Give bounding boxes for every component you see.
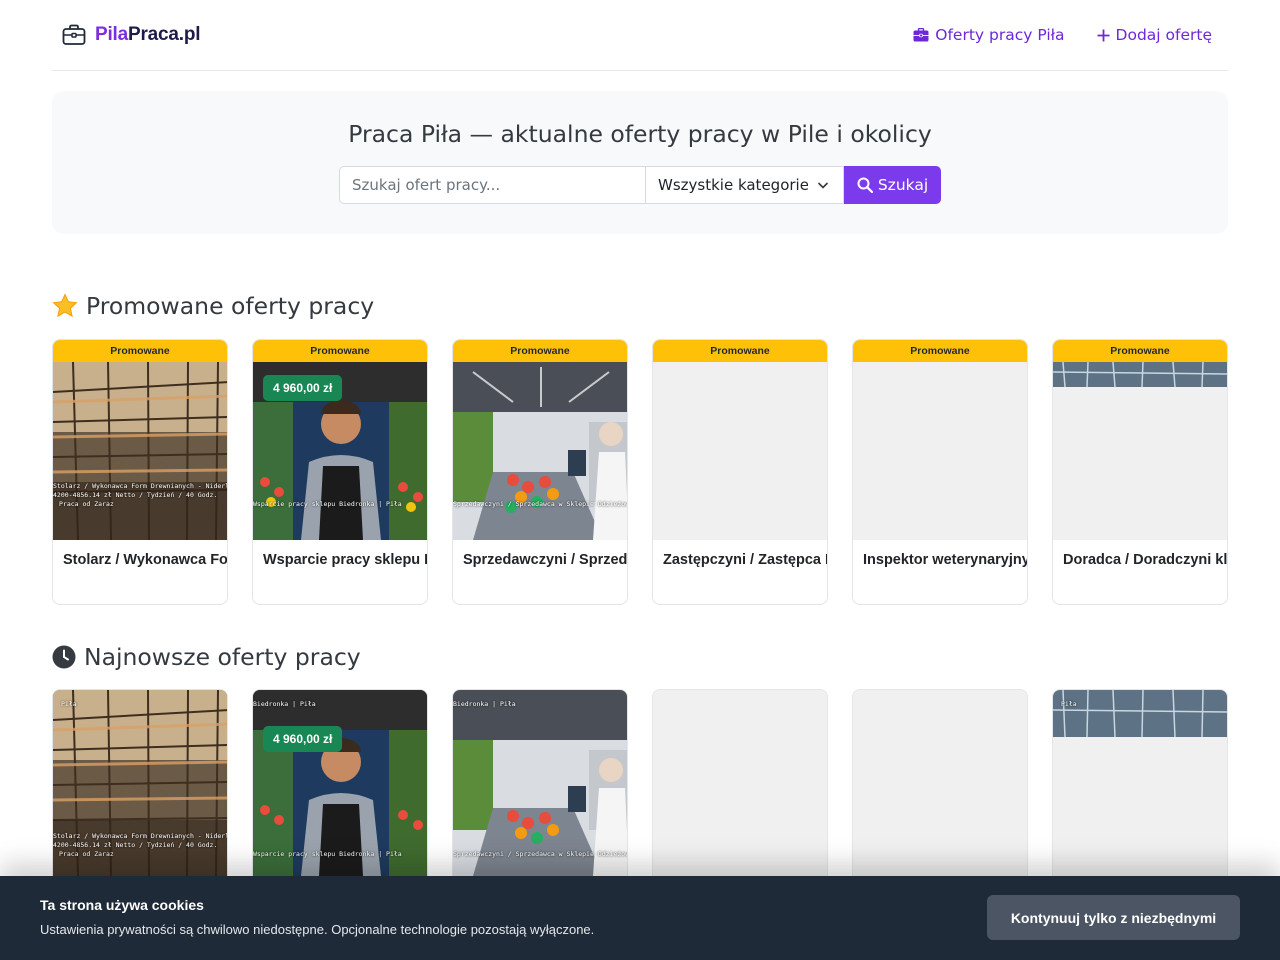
image-caption-line: Piła <box>61 700 77 708</box>
job-title[interactable]: Sprzedawczyni / Sprzedawca <box>453 540 627 568</box>
nav-add-offer-link[interactable]: Dodaj ofertę <box>1097 26 1212 44</box>
category-select-value: Wszystkie kategorie <box>658 176 808 194</box>
cookie-essential-only-button[interactable]: Kontynuuj tylko z niezbędnymi <box>987 895 1240 940</box>
nav-job-offers-label: Oferty pracy Piła <box>935 26 1065 44</box>
category-select[interactable]: Wszystkie kategorie <box>645 166 844 204</box>
promoted-card[interactable]: Promowane Stolarz / Wykonawca Form Drewn… <box>52 339 228 605</box>
job-image-carpenter: Piła Stolarz / Wykonawca Form Drewnianyc… <box>53 690 227 876</box>
cookie-title: Ta strona używa cookies <box>40 897 204 913</box>
job-image-placeholder <box>653 690 827 876</box>
image-caption-line: Stolarz / Wykonawca Form Drewnianych - N… <box>53 482 227 490</box>
job-image-store-worker: Biedronka | Piła 4 960,00 zł Wsparcie pr… <box>253 690 427 876</box>
image-caption-line: 4200-4856.14 zł Netto / Tydzień / 40 God… <box>53 491 218 499</box>
promoted-card[interactable]: Promowane Sprzedawczyni / Sprzedawca w S… <box>452 339 628 605</box>
chevron-down-icon <box>817 182 829 189</box>
image-caption-line: Piła <box>1061 700 1077 708</box>
job-title[interactable]: Inspektor weterynaryjny <box>853 540 1027 568</box>
promoted-badge: Promowane <box>453 340 627 362</box>
promoted-card[interactable]: Promowane Doradca / Doradczyni klienta <box>1052 339 1228 605</box>
job-image-placeholder <box>653 362 827 540</box>
newest-section-title: Najnowsze oferty pracy <box>52 643 361 671</box>
job-title[interactable]: Doradca / Doradczyni klienta <box>1053 540 1227 568</box>
search-button[interactable]: Szukaj <box>844 166 941 204</box>
promoted-title-text: Promowane oferty pracy <box>86 292 375 320</box>
image-caption-line: Biedronka | Piła <box>453 700 516 708</box>
promoted-badge: Promowane <box>853 340 1027 362</box>
cookie-text: Ustawienia prywatności są chwilowo niedo… <box>40 922 595 937</box>
job-image-store-worker: 4 960,00 zł Wsparcie pracy sklepu Biedro… <box>253 362 427 540</box>
nav-add-offer-label: Dodaj ofertę <box>1115 26 1212 44</box>
star-icon <box>52 293 78 318</box>
nav-job-offers-link[interactable]: Oferty pracy Piła <box>913 26 1065 44</box>
image-caption-line: 4200-4856.14 zł Netto / Tydzień / 40 God… <box>53 841 218 849</box>
job-image-placeholder <box>853 362 1027 540</box>
plus-icon <box>1097 29 1110 41</box>
promoted-badge: Promowane <box>253 340 427 362</box>
brand-link[interactable]: PilaPraca.pl <box>52 24 201 46</box>
promoted-badge: Promowane <box>53 340 227 362</box>
job-title[interactable]: Zastępczyni / Zastępca Kierownika <box>653 540 827 568</box>
briefcase-logo-icon <box>62 24 86 45</box>
job-image-placeholder <box>853 690 1027 876</box>
newest-title-text: Najnowsze oferty pracy <box>84 643 361 671</box>
promoted-card[interactable]: Promowane Zastępczyni / Zastępca Kierown… <box>652 339 828 605</box>
job-image-partial <box>1053 362 1227 540</box>
job-image-carpenter: Stolarz / Wykonawca Form Drewnianych - N… <box>53 362 227 540</box>
job-image-shop-assistant: Biedronka | Piła Sprzedawczyni / Sprzeda… <box>453 690 627 876</box>
brand-logo: PilaPraca.pl <box>95 24 201 45</box>
promoted-badge: Promowane <box>1053 340 1227 362</box>
image-caption-line: Praca od Zaraz <box>59 500 114 508</box>
image-caption-line: Biedronka | Piła <box>253 700 316 708</box>
promoted-card[interactable]: Promowane 4 960,00 zł Wsparcie pracy skl… <box>252 339 428 605</box>
promoted-card[interactable]: Promowane Inspektor weterynaryjny <box>852 339 1028 605</box>
page-title: Praca Piła — aktualne oferty pracy w Pil… <box>348 120 932 148</box>
briefcase-icon <box>913 28 929 42</box>
search-form: Wszystkie kategorie Szukaj <box>339 166 941 204</box>
hero-search-panel: Praca Piła — aktualne oferty pracy w Pil… <box>52 91 1228 234</box>
promoted-section-title: Promowane oferty pracy <box>52 292 374 320</box>
salary-badge: 4 960,00 zł <box>263 726 343 752</box>
image-caption-line: Praca od Zaraz <box>59 850 114 858</box>
search-button-label: Szukaj <box>877 176 929 194</box>
site-header: PilaPraca.pl Oferty pracy Piła Dodaj ofe… <box>52 0 1228 71</box>
job-title[interactable]: Wsparcie pracy sklepu Biedronka <box>253 540 427 568</box>
image-caption-line: Wsparcie pracy sklepu Biedronka | Piła <box>253 500 402 508</box>
main-nav: Oferty pracy Piła Dodaj ofertę <box>913 26 1228 44</box>
promoted-badge: Promowane <box>653 340 827 362</box>
salary-badge: 4 960,00 zł <box>263 375 343 401</box>
promoted-cards: Promowane Stolarz / Wykonawca Form Drewn… <box>52 339 1228 605</box>
job-image-shop-assistant: Sprzedawczyni / Sprzedawca w Sklepie Odz… <box>453 362 627 540</box>
image-caption-line: Sprzedawczyni / Sprzedawca w Sklepie Odz… <box>453 500 627 508</box>
image-caption-line: Stolarz / Wykonawca Form Drewnianych - N… <box>53 832 227 840</box>
job-title[interactable]: Stolarz / Wykonawca Form Drewnianych <box>53 540 227 568</box>
image-caption-line: Sprzedawczyni / Sprzedawca w Sklepie Odz… <box>453 850 627 858</box>
clock-icon <box>52 645 76 669</box>
cookie-banner: Ta strona używa cookies Ustawienia prywa… <box>0 876 1280 960</box>
search-icon <box>857 177 873 193</box>
image-caption-line: Wsparcie pracy sklepu Biedronka | Piła <box>253 850 402 858</box>
search-input[interactable] <box>339 166 645 204</box>
job-image-partial: Piła <box>1053 690 1227 876</box>
